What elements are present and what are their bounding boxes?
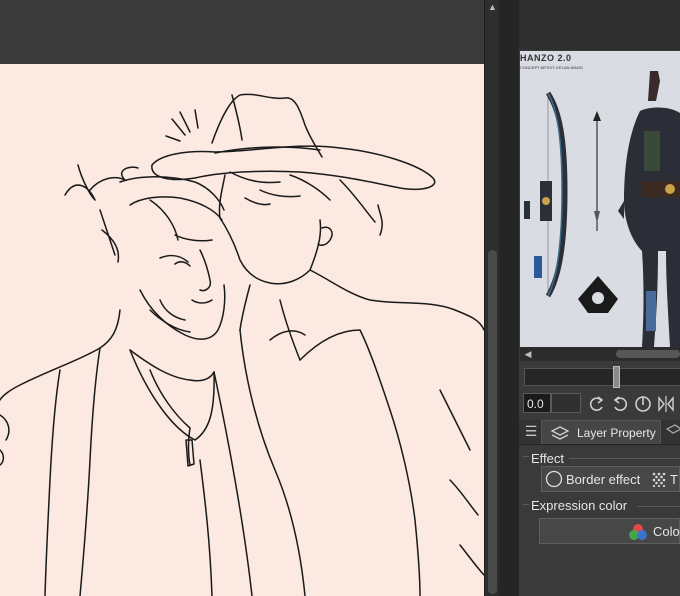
color-button[interactable]: Colo — [539, 518, 680, 544]
canvas-paper[interactable] — [0, 64, 484, 596]
tone-icon — [652, 472, 666, 487]
border-effect-label: Border effect — [566, 472, 641, 487]
effect-divider-left — [523, 456, 529, 457]
rotation-slider[interactable] — [551, 393, 581, 413]
horizontal-scrollbar[interactable]: ◀ — [520, 347, 680, 361]
vertical-scroll-thumb[interactable] — [488, 250, 497, 594]
expression-color-divider — [637, 506, 680, 507]
effect-buttons: Border effect T — [541, 466, 680, 492]
next-tab-icon[interactable] — [665, 423, 680, 441]
panel-tab-bar: ☰ Layer Property — [519, 420, 680, 445]
scroll-up-icon[interactable]: ▲ — [485, 0, 500, 14]
effect-section-label: Effect — [531, 451, 565, 466]
vertical-scrollbar[interactable]: ▲ — [484, 0, 500, 596]
tab-layer-property-label: Layer Property — [577, 426, 656, 440]
tab-layer-property[interactable]: Layer Property — [541, 420, 661, 444]
line-art-drawing — [0, 93, 484, 596]
rotation-angle-input[interactable]: 0.0 — [523, 393, 551, 413]
border-effect-icon — [545, 470, 563, 488]
tone-effect-button[interactable]: T — [648, 467, 680, 491]
canvas-area[interactable] — [0, 0, 484, 596]
color-wheel-icon — [629, 524, 647, 540]
rotate-right-icon[interactable] — [610, 394, 630, 414]
panel-divider[interactable] — [499, 0, 519, 596]
effect-divider — [569, 458, 680, 459]
expression-color-divider-left — [523, 504, 529, 505]
reset-rotation-icon[interactable] — [633, 394, 653, 414]
horizontal-scroll-thumb[interactable] — [616, 350, 680, 358]
border-effect-button[interactable]: Border effect — [542, 467, 647, 491]
tone-label: T — [670, 472, 678, 487]
layer-property-icon — [550, 426, 570, 440]
navigator-header — [519, 0, 680, 50]
zoom-slider-knob[interactable] — [613, 366, 620, 388]
navigator-preview[interactable]: HANZO 2.0 CONCEPT ARTIST: KELAN WANG — [520, 51, 680, 347]
rotation-controls: 0.0 — [523, 393, 680, 415]
right-panel: HANZO 2.0 CONCEPT ARTIST: KELAN WANG ◀ 0… — [519, 0, 680, 596]
zoom-slider[interactable] — [524, 366, 680, 388]
reference-artwork — [524, 71, 680, 347]
expression-color-label: Expression color — [531, 498, 628, 513]
panel-menu-icon[interactable]: ☰ — [523, 423, 539, 441]
flip-horizontal-icon[interactable] — [656, 394, 676, 414]
rotate-left-icon[interactable] — [587, 394, 607, 414]
color-button-label: Colo — [653, 524, 680, 539]
scroll-left-icon[interactable]: ◀ — [522, 348, 534, 360]
